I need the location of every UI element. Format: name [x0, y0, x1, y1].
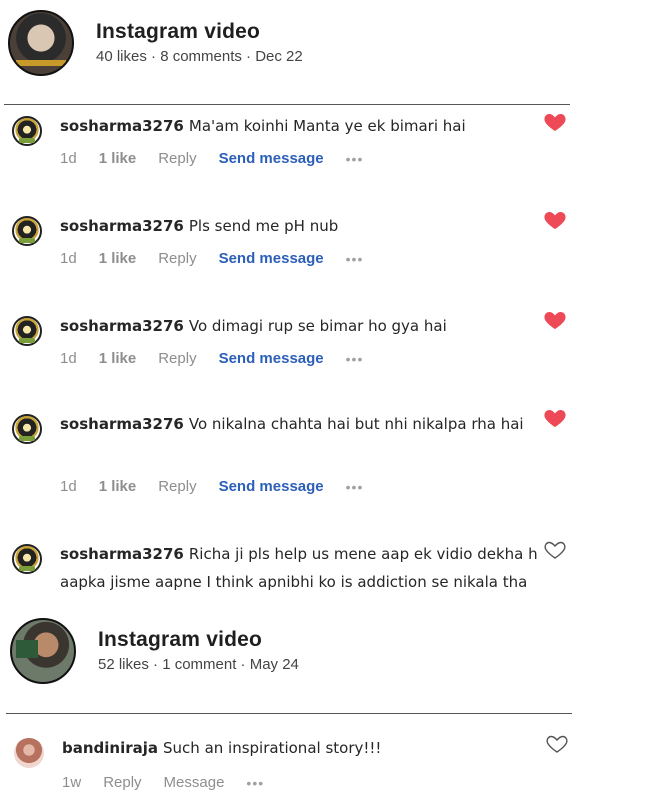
comment-time: 1w — [62, 774, 82, 791]
send-message-button[interactable]: Send message — [219, 250, 324, 267]
comment-actions: 1w Reply Message ••• — [62, 774, 286, 791]
comment-body: Pls send me pH nub — [188, 217, 339, 235]
comment-text: sosharma3276 Richa ji pls help us mene aa… — [60, 540, 548, 596]
comment-body: Such an inspirational story!!! — [163, 739, 382, 757]
reply-button[interactable]: Reply — [158, 350, 196, 367]
reply-button[interactable]: Reply — [158, 250, 196, 267]
comment-actions: 1d 1 like Reply Send message ••• — [60, 150, 385, 167]
reply-button[interactable]: Reply — [158, 478, 196, 495]
more-dots-icon[interactable]: ••• — [346, 151, 364, 167]
reply-button[interactable]: Reply — [103, 774, 141, 791]
comment-username[interactable]: sosharma3276 — [60, 217, 184, 235]
comment-avatar[interactable] — [12, 544, 42, 574]
post-thumbnail[interactable] — [10, 618, 76, 684]
comment-likes[interactable]: 1 like — [99, 350, 137, 367]
divider — [6, 713, 572, 714]
comment-time: 1d — [60, 150, 77, 167]
comment-avatar[interactable] — [12, 216, 42, 246]
heart-outline-icon[interactable] — [542, 538, 568, 562]
comment-body: Vo nikalna chahta hai but nhi nikalpa rh… — [188, 415, 524, 433]
post-thumbnail[interactable] — [8, 10, 74, 76]
comment-time: 1d — [60, 478, 77, 495]
message-button[interactable]: Message — [164, 774, 225, 791]
post-meta: 40 likes · 8 comments · Dec 22 — [96, 48, 303, 65]
comment-actions: 1d 1 like Reply Send message ••• — [60, 478, 385, 495]
comment-text: sosharma3276 Vo nikalna chahta hai but nh… — [60, 410, 530, 438]
comment-text: sosharma3276 Pls send me pH nub — [60, 212, 530, 240]
comment-avatar[interactable] — [14, 738, 44, 768]
heart-filled-icon[interactable] — [542, 110, 568, 134]
comment-time: 1d — [60, 350, 77, 367]
more-dots-icon[interactable]: ••• — [346, 351, 364, 367]
more-dots-icon[interactable]: ••• — [346, 251, 364, 267]
comment-username[interactable]: sosharma3276 — [60, 117, 184, 135]
post-title[interactable]: Instagram video — [98, 628, 262, 652]
send-message-button[interactable]: Send message — [219, 350, 324, 367]
comment-likes[interactable]: 1 like — [99, 250, 137, 267]
comment-text: bandiniraja Such an inspirational story!!… — [62, 734, 532, 762]
comment-actions: 1d 1 like Reply Send message ••• — [60, 350, 385, 367]
more-dots-icon[interactable]: ••• — [246, 775, 264, 791]
heart-outline-icon[interactable] — [544, 732, 570, 756]
reply-button[interactable]: Reply — [158, 150, 196, 167]
heart-filled-icon[interactable] — [542, 406, 568, 430]
heart-filled-icon[interactable] — [542, 208, 568, 232]
comment-username[interactable]: sosharma3276 — [60, 415, 184, 433]
post-title[interactable]: Instagram video — [96, 20, 260, 44]
comment-avatar[interactable] — [12, 414, 42, 444]
heart-filled-icon[interactable] — [542, 308, 568, 332]
send-message-button[interactable]: Send message — [219, 478, 324, 495]
send-message-button[interactable]: Send message — [219, 150, 324, 167]
comment-body: Ma'am koinhi Manta ye ek bimari hai — [188, 117, 466, 135]
comment-avatar[interactable] — [12, 316, 42, 346]
comment-likes[interactable]: 1 like — [99, 478, 137, 495]
comment-actions: 1d 1 like Reply Send message ••• — [60, 250, 385, 267]
comment-username[interactable]: sosharma3276 — [60, 545, 184, 563]
comment-body: Vo dimagi rup se bimar ho gya hai — [188, 317, 447, 335]
comment-avatar[interactable] — [12, 116, 42, 146]
comment-time: 1d — [60, 250, 77, 267]
post-meta: 52 likes · 1 comment · May 24 — [98, 656, 299, 673]
divider — [4, 104, 570, 105]
comment-username[interactable]: bandiniraja — [62, 739, 158, 757]
comment-text: sosharma3276 Ma'am koinhi Manta ye ek bim… — [60, 112, 530, 140]
comment-username[interactable]: sosharma3276 — [60, 317, 184, 335]
comment-text: sosharma3276 Vo dimagi rup se bimar ho gy… — [60, 312, 530, 340]
more-dots-icon[interactable]: ••• — [346, 479, 364, 495]
comment-likes[interactable]: 1 like — [99, 150, 137, 167]
